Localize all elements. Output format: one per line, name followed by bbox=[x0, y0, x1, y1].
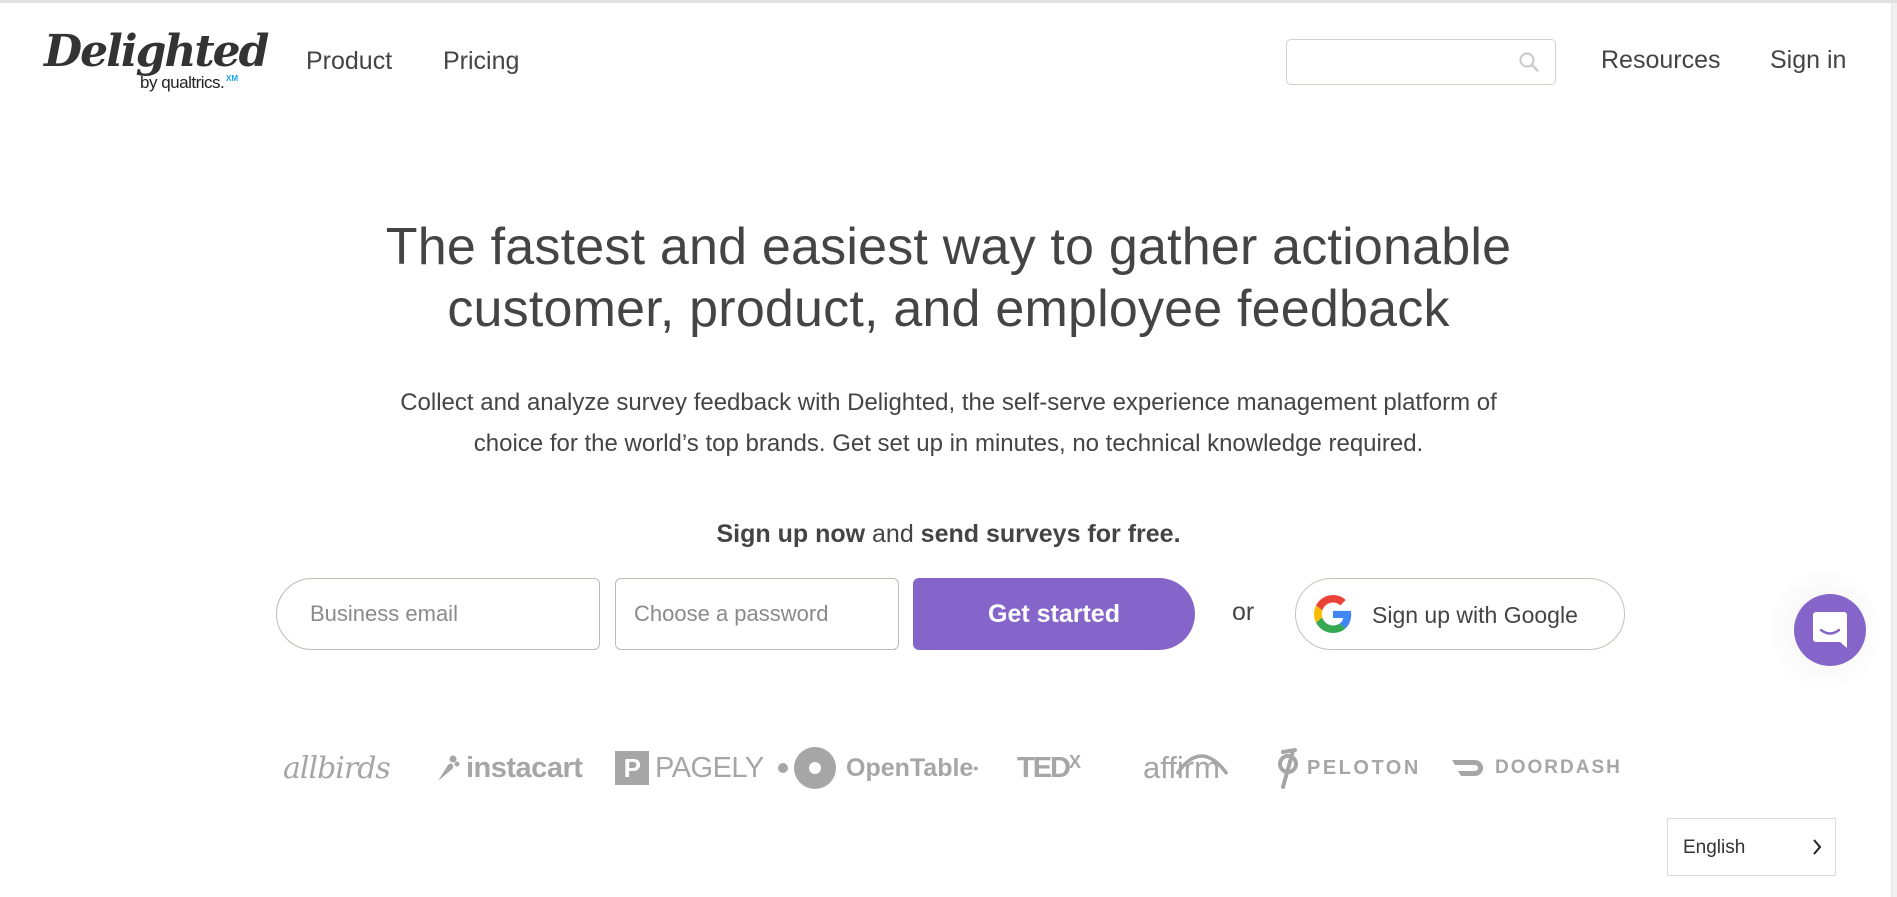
logo-tedx: TED X bbox=[1017, 740, 1081, 796]
chat-bubble-icon bbox=[1813, 612, 1847, 648]
hero-headline-line-2: customer, product, and employee feedback bbox=[447, 280, 1450, 338]
logo-doordash-text: DOORDASH bbox=[1495, 757, 1622, 778]
logo-byline-prefix: by bbox=[140, 73, 157, 92]
hero-subcopy-line-1: Collect and analyze survey feedback with… bbox=[400, 389, 1497, 416]
logo-pagely: P PAGELY bbox=[615, 740, 764, 796]
logo-peloton-text: PELOTON bbox=[1307, 756, 1421, 779]
or-divider-text: or bbox=[1232, 598, 1255, 626]
carrot-icon bbox=[438, 755, 460, 781]
hero-subcopy-line-2: choice for the world’s top brands. Get s… bbox=[473, 430, 1424, 457]
nav-product[interactable]: Product bbox=[306, 47, 392, 76]
logo-xm-badge: XM bbox=[226, 74, 238, 83]
chevron-right-icon bbox=[1813, 839, 1822, 855]
signup-prompt-and: and bbox=[865, 520, 921, 548]
google-g-icon bbox=[1314, 595, 1352, 633]
get-started-button[interactable]: Get started bbox=[913, 578, 1195, 650]
logo-instacart: instacart bbox=[434, 740, 583, 796]
hero-headline: The fastest and easiest way to gather ac… bbox=[0, 216, 1897, 340]
language-selector[interactable]: English bbox=[1667, 818, 1836, 876]
logo-byline-brand: qualtrics. bbox=[161, 73, 225, 92]
chat-widget-button[interactable] bbox=[1794, 594, 1866, 666]
peloton-p-icon bbox=[1278, 748, 1298, 789]
logo-pagely-text: PAGELY bbox=[655, 751, 764, 784]
site-header: Delighted by qualtrics. XM Product Prici… bbox=[0, 3, 1890, 123]
language-selected: English bbox=[1683, 837, 1746, 858]
hero-headline-line-1: The fastest and easiest way to gather ac… bbox=[385, 218, 1512, 276]
signup-prompt: Sign up now and send surveys for free. bbox=[0, 520, 1897, 549]
password-input[interactable] bbox=[615, 578, 899, 650]
logo-opentable: OpenTable • bbox=[778, 740, 978, 796]
logo-opentable-mark: • bbox=[973, 760, 979, 776]
logo-instacart-text: instacart bbox=[466, 751, 583, 784]
doordash-dash-icon bbox=[1452, 760, 1483, 776]
nav-pricing[interactable]: Pricing bbox=[443, 47, 519, 76]
logo-tedx-text: TED bbox=[1017, 751, 1071, 784]
signup-prompt-strong-2: send surveys for free. bbox=[920, 520, 1181, 548]
nav-sign-in[interactable]: Sign in bbox=[1770, 46, 1846, 75]
google-button-label: Sign up with Google bbox=[1372, 602, 1578, 628]
search-icon[interactable] bbox=[1517, 50, 1541, 74]
logo-peloton: PELOTON bbox=[1273, 740, 1421, 796]
affirm-arc-icon bbox=[1175, 754, 1229, 776]
delighted-logo[interactable]: Delighted by qualtrics. XM bbox=[44, 25, 269, 105]
customer-logos: allbirds instacart P PAGELY OpenTable • T… bbox=[0, 740, 1897, 796]
logo-wordmark: Delighted bbox=[44, 26, 269, 77]
business-email-input[interactable] bbox=[276, 578, 600, 650]
logo-affirm: affirm bbox=[1143, 740, 1229, 796]
logo-byline: by qualtrics. bbox=[140, 73, 225, 93]
logo-opentable-text: OpenTable bbox=[846, 753, 974, 782]
search-input[interactable] bbox=[1297, 48, 1507, 76]
logo-allbirds-text: allbirds bbox=[283, 750, 391, 786]
search-box[interactable] bbox=[1286, 39, 1556, 85]
sign-up-with-google-button[interactable]: Sign up with Google bbox=[1295, 578, 1625, 650]
nav-resources[interactable]: Resources bbox=[1601, 46, 1721, 75]
logo-allbirds: allbirds bbox=[283, 740, 391, 796]
logo-doordash: DOORDASH bbox=[1451, 740, 1622, 796]
hero-subcopy: Collect and analyze survey feedback with… bbox=[0, 382, 1897, 464]
opentable-ring-icon bbox=[794, 747, 836, 789]
signup-prompt-strong-1: Sign up now bbox=[716, 520, 866, 548]
pagely-mark-icon: P bbox=[615, 751, 649, 785]
opentable-dot-icon bbox=[778, 763, 788, 773]
logo-tedx-sup: X bbox=[1069, 751, 1081, 772]
